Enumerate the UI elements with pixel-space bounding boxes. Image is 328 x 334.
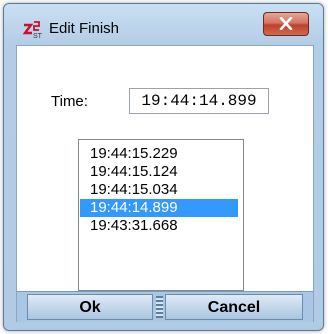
list-item-selected[interactable]: 19:44:14.899 <box>80 199 238 217</box>
dialog-body: Time: 19:44:14.899 19:44:15.229 19:44:15… <box>16 45 314 322</box>
ok-button[interactable]: Ok <box>27 294 153 320</box>
finish-times-list[interactable]: 19:44:15.229 19:44:15.124 19:44:15.034 1… <box>78 139 244 291</box>
time-input-value: 19:44:14.899 <box>141 92 257 110</box>
time-input[interactable]: 19:44:14.899 <box>129 88 269 114</box>
stopwatch-finish-icon: ST <box>22 21 43 39</box>
svg-text:ST: ST <box>33 33 43 39</box>
close-icon <box>279 17 293 30</box>
edit-finish-dialog: ST Edit Finish Time: 19:44:14.899 19:44:… <box>3 3 324 331</box>
cancel-button[interactable]: Cancel <box>165 294 303 320</box>
splitter-grip[interactable] <box>156 296 163 318</box>
list-item[interactable]: 19:44:15.229 <box>80 145 238 163</box>
list-item[interactable]: 19:44:15.124 <box>80 163 238 181</box>
time-label: Time: <box>51 93 88 110</box>
window-title: Edit Finish <box>49 20 120 37</box>
list-item[interactable]: 19:43:31.668 <box>80 217 238 235</box>
button-bar: Ok Cancel <box>17 291 313 322</box>
list-item[interactable]: 19:44:15.034 <box>80 181 238 199</box>
title-bar[interactable]: ST Edit Finish <box>4 4 323 46</box>
close-button[interactable] <box>263 12 309 36</box>
